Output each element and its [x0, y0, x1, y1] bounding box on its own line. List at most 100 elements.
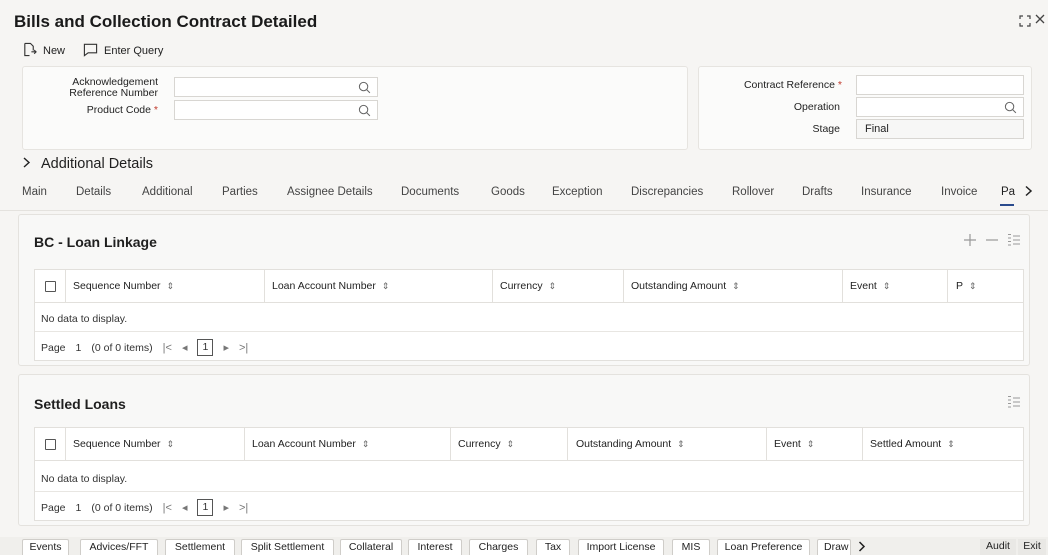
- btab-advices-fft[interactable]: Advices/FFT: [80, 539, 158, 555]
- tab-insurance[interactable]: Insurance: [861, 186, 912, 198]
- current-page-button[interactable]: 1: [197, 339, 214, 356]
- sort-icon[interactable]: ⇕: [507, 439, 515, 449]
- settled-loans-grid: Sequence Number ⇕ Loan Account Number ⇕ Cu…: [34, 427, 1024, 521]
- tab-details[interactable]: Details: [76, 186, 111, 198]
- column-header-loan-account-number[interactable]: Loan Account Number ⇕: [252, 428, 369, 461]
- column-label: Currency: [458, 438, 501, 450]
- row-divider: [35, 491, 1023, 492]
- btab-interest[interactable]: Interest: [408, 539, 462, 555]
- contract-ref-label: Contract Reference *: [700, 80, 842, 91]
- next-page-icon[interactable]: ▸: [223, 501, 229, 514]
- audit-button[interactable]: Audit: [980, 539, 1016, 555]
- restore-icon[interactable]: [1019, 14, 1031, 30]
- btab-collateral[interactable]: Collateral: [340, 539, 402, 555]
- tab-drafts[interactable]: Drafts: [802, 186, 833, 198]
- tab-invoice[interactable]: Invoice: [941, 186, 977, 198]
- previous-page-icon[interactable]: ◂: [182, 501, 188, 514]
- btab-charges[interactable]: Charges: [469, 539, 528, 555]
- column-header-event[interactable]: Event ⇕: [850, 270, 890, 303]
- tab-additional[interactable]: Additional: [142, 186, 193, 198]
- sort-icon[interactable]: ⇕: [362, 439, 370, 449]
- column-header-currency[interactable]: Currency ⇕: [458, 428, 514, 461]
- sort-icon[interactable]: ⇕: [549, 281, 557, 291]
- column-header-loan-account-number[interactable]: Loan Account Number ⇕: [272, 270, 389, 303]
- tab-documents[interactable]: Documents: [401, 186, 459, 198]
- exit-button[interactable]: Exit: [1018, 539, 1046, 555]
- tab-rollover[interactable]: Rollover: [732, 186, 774, 198]
- btab-split-settlement[interactable]: Split Settlement: [241, 539, 334, 555]
- sort-icon[interactable]: ⇕: [732, 281, 740, 291]
- column-divider: [842, 270, 843, 303]
- btab-drawdown[interactable]: Draw: [817, 539, 851, 555]
- sort-icon[interactable]: ⇕: [677, 439, 685, 449]
- required-marker: *: [153, 104, 158, 116]
- sort-icon[interactable]: ⇕: [382, 281, 390, 291]
- sort-icon[interactable]: ⇕: [807, 439, 815, 449]
- tab-parties[interactable]: Parties: [222, 186, 258, 198]
- btab-mis[interactable]: MIS: [672, 539, 710, 555]
- column-header-event[interactable]: Event ⇕: [774, 428, 814, 461]
- tab-main[interactable]: Main: [22, 186, 47, 198]
- column-divider: [65, 428, 66, 461]
- column-label: Outstanding Amount: [576, 438, 672, 450]
- operation-select[interactable]: [856, 97, 1024, 117]
- btab-tax[interactable]: Tax: [536, 539, 570, 555]
- chevron-right-icon: [22, 156, 31, 172]
- btab-events[interactable]: Events: [22, 539, 69, 555]
- close-icon[interactable]: [1034, 12, 1046, 29]
- product-code-input[interactable]: [174, 100, 378, 120]
- bottom-tabs-scroll-right-icon[interactable]: [858, 541, 866, 555]
- btab-settlement[interactable]: Settlement: [165, 539, 235, 555]
- new-button[interactable]: New: [22, 42, 65, 60]
- delete-row-icon[interactable]: [985, 233, 999, 250]
- search-icon[interactable]: [358, 104, 371, 120]
- column-settings-icon[interactable]: [1007, 233, 1021, 250]
- current-page-button[interactable]: 1: [197, 499, 214, 516]
- previous-page-icon[interactable]: ◂: [182, 341, 188, 354]
- first-page-icon[interactable]: |<: [163, 342, 172, 354]
- first-page-icon[interactable]: |<: [163, 502, 172, 514]
- page-input[interactable]: 1: [76, 342, 82, 354]
- enter-query-button[interactable]: Enter Query: [83, 42, 163, 60]
- sort-icon[interactable]: ⇕: [883, 281, 891, 291]
- column-header-sequence-number[interactable]: Sequence Number ⇕: [73, 270, 174, 303]
- additional-details-toggle[interactable]: Additional Details: [22, 156, 153, 172]
- column-header-outstanding-amount[interactable]: Outstanding Amount ⇕: [631, 270, 740, 303]
- column-divider: [492, 270, 493, 303]
- last-page-icon[interactable]: >|: [239, 342, 248, 354]
- sort-icon[interactable]: ⇕: [167, 281, 175, 291]
- column-header-sequence-number[interactable]: Sequence Number ⇕: [73, 428, 174, 461]
- add-row-icon[interactable]: [963, 233, 977, 250]
- no-data-message: No data to display.: [41, 313, 128, 325]
- column-header-p[interactable]: P ⇕: [956, 270, 977, 303]
- search-icon[interactable]: [358, 81, 371, 97]
- sort-icon[interactable]: ⇕: [167, 439, 175, 449]
- sort-icon[interactable]: ⇕: [947, 439, 955, 449]
- sort-icon[interactable]: ⇕: [969, 281, 977, 291]
- tab-assignee-details[interactable]: Assignee Details: [287, 186, 373, 198]
- tab-payment[interactable]: Pa: [1001, 186, 1015, 198]
- ack-ref-input[interactable]: [174, 77, 378, 97]
- column-settings-icon[interactable]: [1007, 395, 1021, 412]
- column-header-settled-amount[interactable]: Settled Amount ⇕: [870, 428, 955, 461]
- tab-bar: Main Details Additional Parties Assignee…: [0, 185, 1048, 206]
- tab-discrepancies[interactable]: Discrepancies: [631, 186, 703, 198]
- column-header-outstanding-amount[interactable]: Outstanding Amount ⇕: [576, 428, 685, 461]
- select-all-checkbox[interactable]: [45, 439, 56, 450]
- tab-exception[interactable]: Exception: [552, 186, 603, 198]
- search-icon[interactable]: [1004, 101, 1017, 117]
- tabs-scroll-right-icon[interactable]: [1024, 185, 1033, 200]
- next-page-icon[interactable]: ▸: [223, 341, 229, 354]
- btab-import-license[interactable]: Import License: [578, 539, 664, 555]
- row-divider: [35, 331, 1023, 332]
- grid-header: Sequence Number ⇕ Loan Account Number ⇕ Cu…: [35, 428, 1023, 461]
- btab-loan-preference[interactable]: Loan Preference: [717, 539, 810, 555]
- column-header-currency[interactable]: Currency ⇕: [500, 270, 556, 303]
- last-page-icon[interactable]: >|: [239, 502, 248, 514]
- select-all-checkbox[interactable]: [45, 281, 56, 292]
- tab-goods[interactable]: Goods: [491, 186, 525, 198]
- contract-ref-text: Contract Reference: [743, 79, 835, 91]
- page-input[interactable]: 1: [76, 502, 82, 514]
- loan-linkage-title: BC - Loan Linkage: [34, 234, 157, 250]
- contract-ref-input[interactable]: [856, 75, 1024, 95]
